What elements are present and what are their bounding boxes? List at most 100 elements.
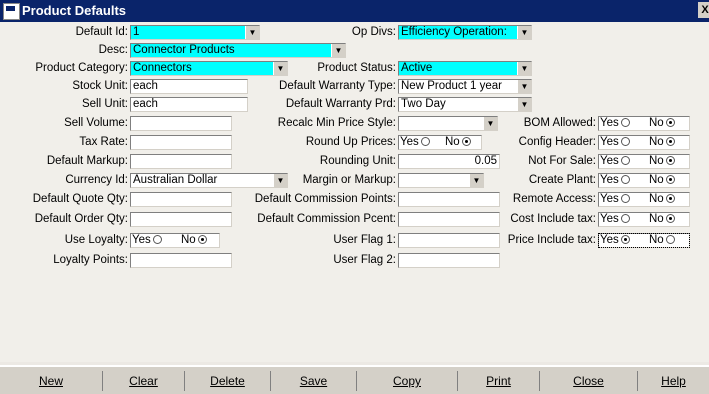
chevron-down-icon[interactable]: ▼ xyxy=(517,80,531,93)
use-loyalty-radio-group: Yes No xyxy=(130,233,220,248)
rounding-unit-value: 0.05 xyxy=(474,155,497,167)
radio-on-icon[interactable] xyxy=(665,156,675,165)
chevron-down-icon[interactable]: ▼ xyxy=(483,117,497,130)
create-plant-yes[interactable]: Yes xyxy=(600,174,630,187)
not-for-sale-yes[interactable]: Yes xyxy=(600,155,630,168)
new-button[interactable]: New xyxy=(0,371,103,391)
op-divs-select[interactable]: Efficiency Operation: ▼ xyxy=(398,25,532,40)
bom-allowed-no-label: No xyxy=(649,117,664,129)
radio-on-icon[interactable] xyxy=(461,137,471,146)
radio-off-icon[interactable] xyxy=(620,137,630,146)
config-header-yes[interactable]: Yes xyxy=(600,136,630,149)
chevron-down-icon[interactable]: ▼ xyxy=(517,98,531,111)
remote-access-yes[interactable]: Yes xyxy=(600,193,630,206)
delete-button[interactable]: Delete xyxy=(185,371,271,391)
stock-unit-input[interactable]: each xyxy=(130,79,248,94)
default-markup-input[interactable] xyxy=(130,154,232,169)
sell-unit-input[interactable]: each xyxy=(130,97,248,112)
remote-access-label: Remote Access: xyxy=(512,193,596,205)
button-bar: New Clear Delete Save Copy Print Close H… xyxy=(0,365,709,394)
remote-access-radio-group: Yes No xyxy=(598,192,690,207)
config-header-no[interactable]: No xyxy=(649,136,675,149)
default-order-qty-input[interactable] xyxy=(130,212,232,227)
radio-off-icon[interactable] xyxy=(152,235,162,244)
chevron-down-icon[interactable]: ▼ xyxy=(469,174,483,187)
radio-on-icon[interactable] xyxy=(665,175,675,184)
radio-off-icon[interactable] xyxy=(620,118,630,127)
default-warranty-type-value: New Product 1 year xyxy=(401,80,502,92)
round-up-prices-yes[interactable]: Yes xyxy=(400,136,430,149)
help-button[interactable]: Help xyxy=(638,371,709,391)
default-commission-pcent-input[interactable] xyxy=(398,212,500,227)
product-category-value: Connectors xyxy=(133,62,192,74)
radio-on-icon[interactable] xyxy=(665,118,675,127)
tax-rate-label: Tax Rate: xyxy=(79,136,128,148)
bom-allowed-yes[interactable]: Yes xyxy=(600,117,630,130)
radio-on-icon[interactable] xyxy=(665,194,675,203)
radio-on-icon[interactable] xyxy=(665,214,675,223)
radio-on-icon[interactable] xyxy=(620,235,630,244)
use-loyalty-yes[interactable]: Yes xyxy=(132,234,162,247)
not-for-sale-yes-label: Yes xyxy=(600,155,619,167)
copy-button[interactable]: Copy xyxy=(357,371,458,391)
use-loyalty-no[interactable]: No xyxy=(181,234,207,247)
close-icon[interactable]: X xyxy=(698,2,709,18)
recalc-min-price-style-select[interactable]: ▼ xyxy=(398,116,498,131)
default-order-qty-label: Default Order Qty: xyxy=(34,213,128,225)
cost-include-tax-label: Cost Include tax: xyxy=(510,213,596,225)
cost-include-tax-yes[interactable]: Yes xyxy=(600,213,630,226)
default-commission-points-input[interactable] xyxy=(398,192,500,207)
default-markup-label: Default Markup: xyxy=(46,155,128,167)
default-warranty-prd-select[interactable]: Two Day ▼ xyxy=(398,97,532,112)
not-for-sale-no-label: No xyxy=(649,155,664,167)
desc-select[interactable]: Connector Products ▼ xyxy=(130,43,346,58)
stock-unit-value: each xyxy=(133,80,158,92)
price-include-tax-yes[interactable]: Yes xyxy=(600,234,630,247)
close-button[interactable]: Close xyxy=(540,371,638,391)
remote-access-no[interactable]: No xyxy=(649,193,675,206)
radio-off-icon[interactable] xyxy=(420,137,430,146)
sell-volume-input[interactable] xyxy=(130,116,232,131)
round-up-prices-radio-group: Yes No xyxy=(398,135,482,150)
save-button[interactable]: Save xyxy=(271,371,357,391)
radio-off-icon[interactable] xyxy=(620,194,630,203)
title-bar: Product Defaults X xyxy=(0,0,709,22)
product-status-select[interactable]: Active ▼ xyxy=(398,61,532,76)
radio-off-icon[interactable] xyxy=(665,235,675,244)
chevron-down-icon[interactable]: ▼ xyxy=(331,44,345,57)
bom-allowed-no[interactable]: No xyxy=(649,117,675,130)
loyalty-points-label: Loyalty Points: xyxy=(53,254,128,266)
chevron-down-icon[interactable]: ▼ xyxy=(517,26,531,39)
not-for-sale-no[interactable]: No xyxy=(649,155,675,168)
print-button[interactable]: Print xyxy=(458,371,540,391)
chevron-down-icon[interactable]: ▼ xyxy=(245,26,259,39)
round-up-prices-no[interactable]: No xyxy=(445,136,471,149)
tax-rate-input[interactable] xyxy=(130,135,232,150)
user-flag-1-input[interactable] xyxy=(398,233,500,248)
rounding-unit-label: Rounding Unit: xyxy=(319,155,396,167)
user-flag-1-label: User Flag 1: xyxy=(333,234,396,246)
user-flag-2-input[interactable] xyxy=(398,253,500,268)
product-category-select[interactable]: Connectors ▼ xyxy=(130,61,288,76)
margin-or-markup-select[interactable]: ▼ xyxy=(398,173,484,188)
chevron-down-icon[interactable]: ▼ xyxy=(273,62,287,75)
price-include-tax-no[interactable]: No xyxy=(649,234,675,247)
round-up-prices-yes-label: Yes xyxy=(400,136,419,148)
radio-off-icon[interactable] xyxy=(620,156,630,165)
clear-button[interactable]: Clear xyxy=(103,371,185,391)
radio-on-icon[interactable] xyxy=(197,235,207,244)
recalc-min-price-style-label: Recalc Min Price Style: xyxy=(277,117,396,129)
create-plant-no[interactable]: No xyxy=(649,174,675,187)
chevron-down-icon[interactable]: ▼ xyxy=(517,62,531,75)
radio-off-icon[interactable] xyxy=(620,214,630,223)
default-warranty-type-select[interactable]: New Product 1 year ▼ xyxy=(398,79,532,94)
loyalty-points-input[interactable] xyxy=(130,253,232,268)
default-id-select[interactable]: 1 ▼ xyxy=(130,25,260,40)
cost-include-tax-no[interactable]: No xyxy=(649,213,675,226)
radio-on-icon[interactable] xyxy=(665,137,675,146)
default-quote-qty-input[interactable] xyxy=(130,192,232,207)
radio-off-icon[interactable] xyxy=(620,175,630,184)
user-flag-2-label: User Flag 2: xyxy=(333,254,396,266)
create-plant-no-label: No xyxy=(649,174,664,186)
rounding-unit-input[interactable]: 0.05 xyxy=(398,154,500,169)
